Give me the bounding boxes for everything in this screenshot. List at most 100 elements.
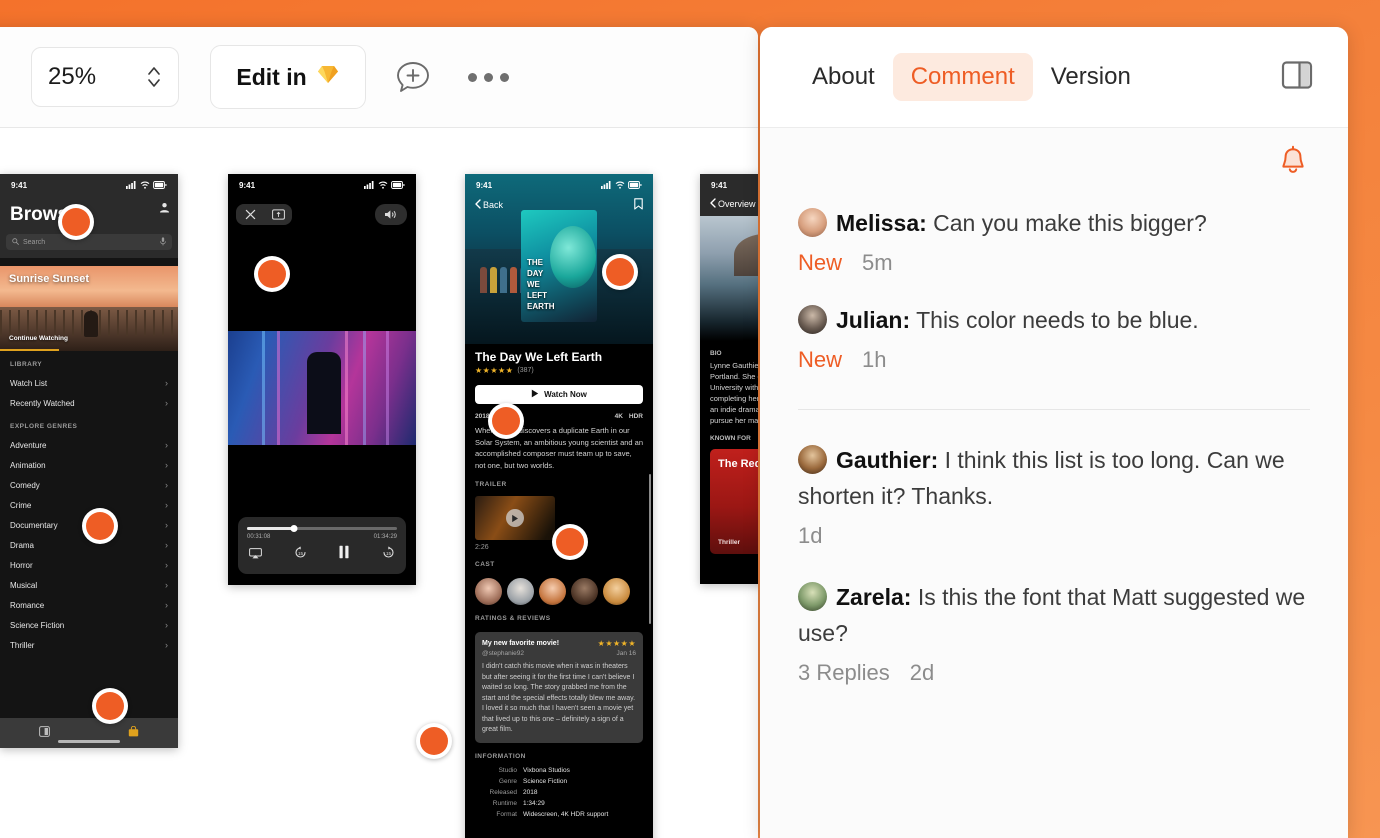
list-item[interactable]: Romance› [0, 595, 178, 615]
tab-about[interactable]: About [794, 53, 893, 101]
status-time: 9:41 [476, 181, 492, 190]
play-icon[interactable] [506, 509, 524, 527]
review-card[interactable]: My new favorite movie! ★★★★★ @stephanie9… [475, 632, 643, 743]
comment-author: Melissa: [836, 210, 927, 236]
chevron-right-icon: › [165, 520, 168, 530]
tab-comment[interactable]: Comment [893, 53, 1033, 101]
review-title: My new favorite movie! [482, 640, 559, 647]
person-icon[interactable] [159, 200, 170, 218]
comment-item[interactable]: Julian: This color needs to be blue. New… [798, 276, 1310, 373]
movie-poster: THEDAYWELEFTEARTH [521, 210, 597, 322]
continue-watching-card[interactable]: Sunrise Sunset Continue Watching [0, 266, 178, 351]
comment-pin[interactable] [602, 254, 638, 290]
detail-nav[interactable]: Back [465, 194, 653, 216]
back-button[interactable]: Back [475, 199, 503, 211]
more-options-icon[interactable] [468, 73, 509, 82]
artboard-bio[interactable]: 9:41 Overview BIO Lynne Gauthier was bor… [700, 174, 758, 584]
scrubber[interactable] [247, 527, 397, 530]
avatar[interactable] [539, 578, 566, 605]
volume-icon[interactable] [375, 204, 407, 225]
known-for-genre: Thriller [718, 539, 740, 546]
scrubber-handle[interactable] [290, 525, 297, 532]
comment-pin[interactable] [58, 204, 94, 240]
reply-count[interactable]: 3 Replies [798, 660, 890, 686]
rewind-15-icon[interactable]: 15 [294, 546, 307, 564]
comment-pin[interactable] [416, 723, 452, 759]
timestamps: 00:31:08 01:34:29 [247, 534, 397, 540]
list-item[interactable]: Science Fiction› [0, 615, 178, 635]
player-top-controls[interactable] [236, 204, 292, 225]
panel-layout-icon[interactable] [1280, 58, 1314, 97]
comment-pin[interactable] [488, 403, 524, 439]
design-canvas[interactable]: 9:41 Browse Search [0, 128, 758, 838]
list-item[interactable]: Comedy› [0, 475, 178, 495]
avatar[interactable] [507, 578, 534, 605]
list-item[interactable]: Thriller› [0, 635, 178, 655]
badge-4k: 4K [615, 413, 623, 420]
close-icon[interactable] [236, 204, 264, 225]
comment-pin[interactable] [92, 688, 128, 724]
cast-list[interactable] [465, 573, 653, 605]
scrollbar[interactable] [649, 474, 651, 624]
player-controls-bar[interactable]: 00:31:08 01:34:29 15 15 [238, 517, 406, 574]
comment-list[interactable]: Melissa: Can you make this bigger? New 5… [760, 129, 1348, 838]
info-row: FormatWidescreen, 4K HDR support [465, 809, 653, 820]
airplay-icon[interactable] [249, 546, 262, 564]
design-app-window: tboards 25% Edit in [0, 27, 758, 838]
comment-item[interactable]: Zarela: Is this the font that Matt sugge… [798, 549, 1310, 686]
genres-section-label: EXPLORE GENRES [0, 413, 178, 435]
list-item[interactable]: Recently Watched › [0, 393, 178, 413]
library-tab-icon[interactable] [39, 724, 50, 742]
comment-time: 5m [862, 250, 893, 276]
avatar [798, 582, 827, 611]
comment-text-line: Julian: This color needs to be blue. [798, 302, 1310, 338]
list-item[interactable]: Watch List › [0, 373, 178, 393]
comment-body: This color needs to be blue. [916, 307, 1199, 333]
search-input[interactable]: Search [6, 234, 172, 250]
playback-buttons[interactable]: 15 15 [247, 545, 397, 564]
chevron-right-icon: › [165, 440, 168, 450]
picture-in-picture-icon[interactable] [264, 204, 292, 225]
chevron-right-icon: › [165, 460, 168, 470]
chevron-right-icon: › [165, 600, 168, 610]
list-item-label: Thriller [10, 641, 34, 650]
chevron-updown-icon[interactable] [146, 64, 162, 90]
comment-pin[interactable] [254, 256, 290, 292]
list-item[interactable]: Horror› [0, 555, 178, 575]
list-item[interactable]: Animation› [0, 455, 178, 475]
microphone-icon[interactable] [160, 237, 166, 248]
tab-version[interactable]: Version [1033, 53, 1149, 101]
artboard-browse[interactable]: 9:41 Browse Search [0, 174, 178, 748]
comment-pin[interactable] [82, 508, 118, 544]
artboard-video-player[interactable]: 9:41 [228, 174, 416, 585]
chevron-right-icon: › [165, 620, 168, 630]
watch-now-button[interactable]: Watch Now [475, 385, 643, 404]
back-button[interactable]: Overview [700, 196, 758, 216]
tab-bar[interactable] [0, 718, 178, 748]
comment-pin[interactable] [552, 524, 588, 560]
notification-bell-icon[interactable] [798, 129, 1310, 179]
pause-icon[interactable] [338, 545, 350, 564]
comment-time: 1d [798, 523, 822, 549]
comment-item[interactable]: Melissa: Can you make this bigger? New 5… [798, 179, 1310, 276]
comment-item[interactable]: Gauthier: I think this list is too long.… [798, 410, 1310, 549]
bag-tab-icon[interactable] [128, 724, 139, 742]
forward-15-icon[interactable]: 15 [382, 546, 395, 564]
avatar[interactable] [475, 578, 502, 605]
trailer-thumbnail[interactable] [475, 496, 555, 540]
info-key: Genre [475, 776, 517, 787]
avatar [798, 208, 827, 237]
avatar[interactable] [571, 578, 598, 605]
list-item[interactable]: Adventure› [0, 435, 178, 455]
zoom-stepper[interactable]: 25% [31, 47, 179, 107]
list-item[interactable]: Musical› [0, 575, 178, 595]
edit-in-sketch-button[interactable]: Edit in [210, 45, 366, 109]
bookmark-icon[interactable] [634, 198, 643, 212]
avatar[interactable] [603, 578, 630, 605]
chevron-right-icon: › [165, 580, 168, 590]
add-comment-icon[interactable] [394, 58, 432, 96]
info-value: Vixbona Studios [523, 765, 570, 776]
known-for-card[interactable]: The Red River Thriller [710, 449, 758, 554]
progress-bar [0, 349, 59, 351]
list-item-label: Documentary [10, 521, 58, 530]
